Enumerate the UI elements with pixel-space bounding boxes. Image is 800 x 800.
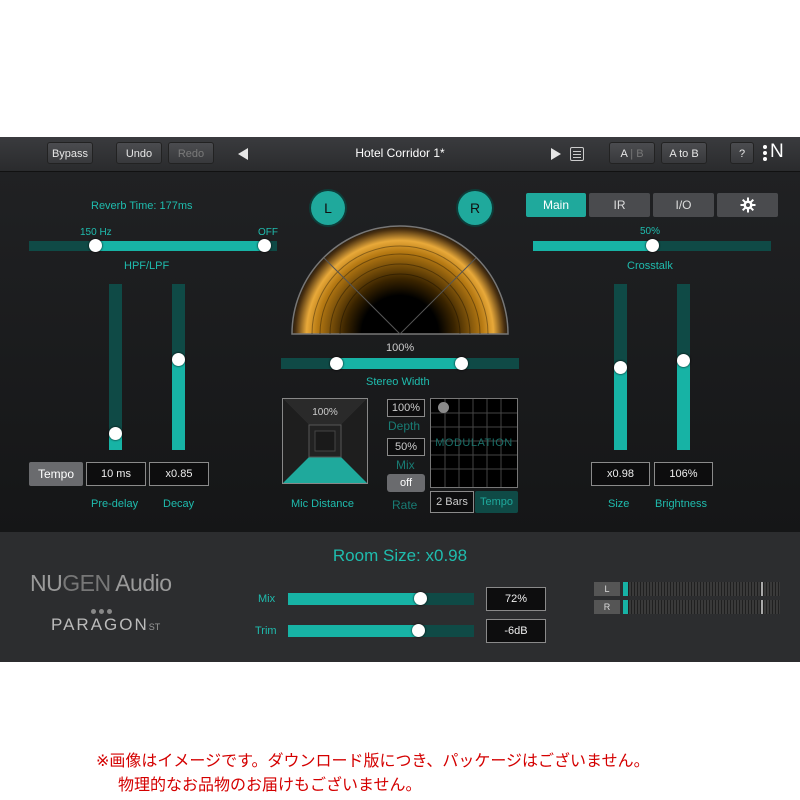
- product-name: PARAGONST: [51, 615, 160, 635]
- room-size-readout: Room Size: x0.98: [332, 546, 468, 565]
- lpf-value: OFF: [258, 227, 278, 238]
- mic-distance-control[interactable]: 100%: [282, 398, 368, 484]
- meter-right-label: R: [594, 600, 620, 614]
- brand-logo: NUGEN Audio: [30, 570, 172, 597]
- brightness-fill: [677, 360, 690, 450]
- modulation-handle[interactable]: [438, 402, 449, 413]
- size-label: Size: [608, 498, 630, 510]
- tab-io[interactable]: I/O: [653, 193, 714, 217]
- next-preset-icon[interactable]: [551, 148, 561, 160]
- mix-output-value[interactable]: 72%: [486, 587, 546, 611]
- tab-main[interactable]: Main: [526, 193, 586, 217]
- stereo-width-left-handle[interactable]: [330, 357, 343, 370]
- mix-fader-fill: [288, 593, 421, 605]
- tab-bar: Main IR I/O: [526, 193, 778, 217]
- preset-list-icon[interactable]: [570, 147, 584, 161]
- hpf-handle[interactable]: [89, 239, 102, 252]
- brand-audio: Audio: [110, 570, 172, 596]
- decay-label: Decay: [163, 498, 195, 510]
- brand-nu: NU: [30, 570, 63, 596]
- modulation-off-button[interactable]: off: [387, 474, 425, 492]
- crosstalk-handle[interactable]: [646, 239, 659, 252]
- brightness-value[interactable]: 106%: [654, 462, 713, 486]
- logo-dots-icon: [763, 145, 768, 161]
- mic-distance-label: Mic Distance: [291, 498, 354, 510]
- decay-handle[interactable]: [172, 352, 185, 366]
- rate-label: Rate: [392, 498, 418, 512]
- toolbar: Bypass Undo Redo Hotel Corridor 1* A | B…: [0, 137, 800, 172]
- tempo-button[interactable]: Tempo: [29, 462, 83, 486]
- size-fill: [614, 367, 627, 450]
- brightness-label: Brightness: [655, 498, 707, 510]
- decay-fill: [172, 358, 185, 450]
- mix-fader-handle[interactable]: [414, 592, 427, 605]
- tab-ir[interactable]: IR: [589, 193, 650, 217]
- stereo-field-display: [291, 225, 509, 335]
- help-button[interactable]: ?: [730, 142, 754, 164]
- ab-compare-button[interactable]: A | B: [609, 142, 655, 164]
- depth-label: Depth: [388, 419, 421, 433]
- gear-icon: [740, 197, 755, 213]
- rate-bars-value[interactable]: 2 Bars: [430, 491, 474, 513]
- hpf-value: 150 Hz: [80, 227, 112, 238]
- left-channel-button[interactable]: L: [311, 191, 345, 225]
- predelay-slider[interactable]: [109, 284, 122, 450]
- redo-button[interactable]: Redo: [168, 142, 214, 164]
- previous-preset-icon[interactable]: [238, 148, 248, 160]
- mix-fader-label: Mix: [258, 593, 276, 605]
- mic-distance-value: 100%: [312, 407, 338, 418]
- trim-output-value[interactable]: -6dB: [486, 619, 546, 643]
- plugin-window: Bypass Undo Redo Hotel Corridor 1* A | B…: [0, 137, 800, 662]
- rate-tempo-button[interactable]: Tempo: [475, 491, 518, 513]
- undo-button[interactable]: Undo: [116, 142, 162, 164]
- preset-name[interactable]: Hotel Corridor 1*: [300, 146, 500, 160]
- a-to-b-button[interactable]: A to B: [661, 142, 707, 164]
- trim-fader-fill: [288, 625, 419, 637]
- main-panel: Reverb Time: 177ms 150 Hz OFF HPF/LPF Te…: [0, 172, 800, 532]
- depth-value[interactable]: 100%: [387, 399, 425, 417]
- stereo-width-range: [336, 358, 462, 369]
- stereo-width-right-handle[interactable]: [455, 357, 468, 370]
- predelay-value[interactable]: 10 ms: [86, 462, 146, 486]
- modulation-xy-pad[interactable]: MODULATION: [430, 398, 518, 488]
- tab-settings[interactable]: [717, 193, 778, 217]
- nugen-logo: N: [770, 141, 784, 162]
- notice-line-1: ※画像はイメージです。ダウンロード版につき、パッケージはございません。: [96, 751, 650, 770]
- ab-b-label: B: [636, 148, 644, 160]
- product-suffix: ST: [148, 622, 161, 632]
- mix-value[interactable]: 50%: [387, 438, 425, 456]
- meter-right: [623, 600, 780, 614]
- right-channel-button[interactable]: R: [458, 191, 492, 225]
- predelay-label: Pre-delay: [91, 498, 139, 510]
- stereo-arc: [291, 225, 509, 335]
- product-title: PARAGON: [51, 615, 149, 634]
- reverb-time-readout: Reverb Time: 177ms: [91, 200, 193, 212]
- crosstalk-label: Crosstalk: [627, 260, 673, 272]
- crosstalk-fill: [533, 241, 652, 251]
- output-panel: Room Size: x0.98 NUGEN Audio PARAGONST M…: [0, 532, 800, 662]
- stereo-width-label: Stereo Width: [366, 376, 430, 388]
- brand-gen: GEN: [62, 570, 111, 596]
- decay-value[interactable]: x0.85: [149, 462, 209, 486]
- modulation-label: MODULATION: [435, 437, 513, 449]
- size-handle[interactable]: [614, 361, 627, 374]
- meter-left: [623, 582, 780, 596]
- lpf-handle[interactable]: [258, 239, 271, 252]
- trim-fader-handle[interactable]: [412, 624, 425, 637]
- size-value[interactable]: x0.98: [591, 462, 650, 486]
- hpf-lpf-range: [96, 241, 265, 251]
- mix-label: Mix: [396, 458, 415, 472]
- stereo-width-value: 100%: [386, 342, 415, 354]
- crosstalk-value: 50%: [640, 226, 661, 237]
- bypass-button[interactable]: Bypass: [47, 142, 93, 164]
- meter-left-label: L: [594, 582, 620, 596]
- hpf-lpf-label: HPF/LPF: [124, 260, 170, 272]
- trim-fader-label: Trim: [255, 625, 277, 637]
- notice-line-2: 物理的なお品物のお届けもございません。: [118, 775, 422, 794]
